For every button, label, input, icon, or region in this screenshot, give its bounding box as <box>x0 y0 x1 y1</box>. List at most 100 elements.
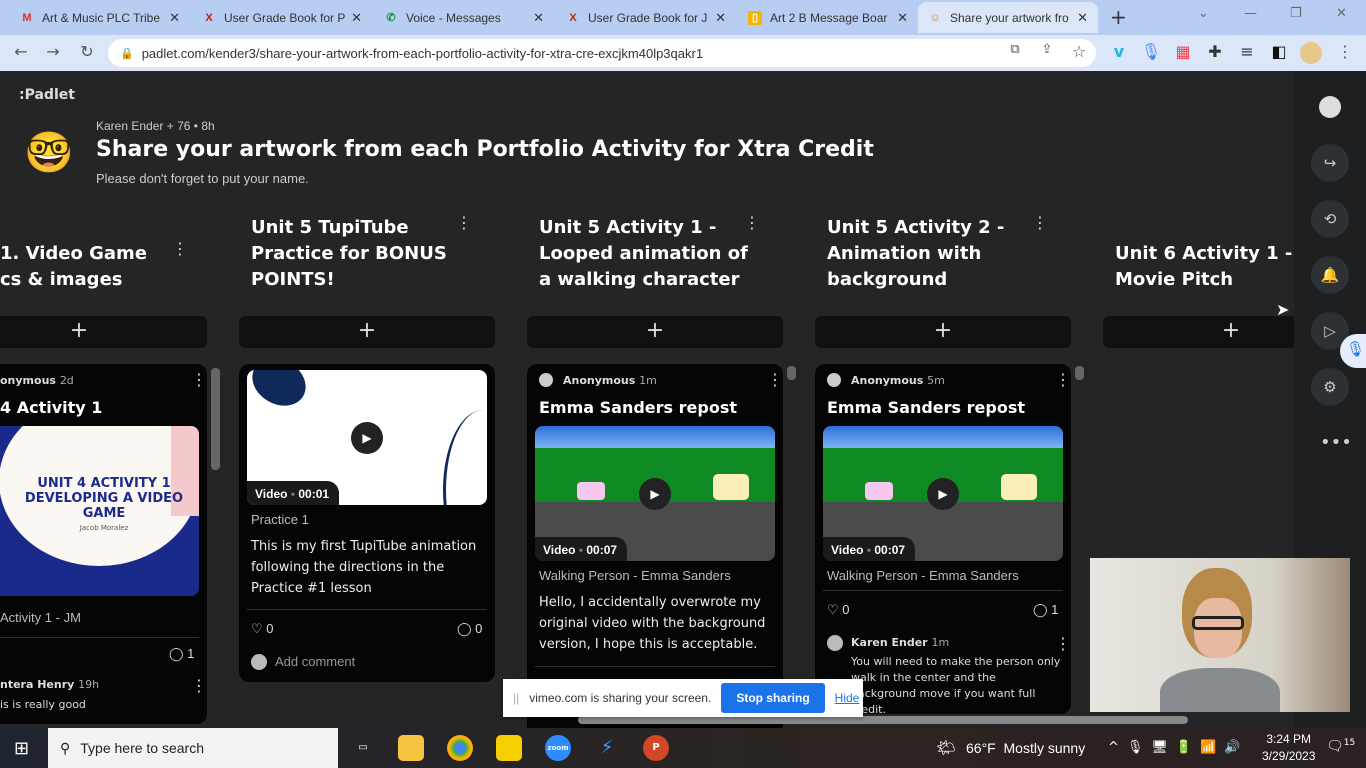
voice-extension-icon[interactable]: 🎙 <box>1140 42 1162 61</box>
bell-icon[interactable]: 🔔 <box>1311 256 1349 294</box>
tab-4[interactable]: ▯ Art 2 B Message Boar ✕ <box>738 2 918 33</box>
author: Karen Ender <box>96 119 164 133</box>
close-icon[interactable]: ✕ <box>715 10 726 26</box>
gradebook-icon: X <box>569 11 577 24</box>
voice-mic-icon[interactable]: 🎙 <box>1340 334 1366 368</box>
powerpoint-icon[interactable]: P <box>643 735 669 761</box>
padlet-logo[interactable]: :Padlet <box>19 87 75 103</box>
add-post-button[interactable]: + <box>239 316 495 348</box>
notifications-icon[interactable]: 🗨15 <box>1326 738 1355 755</box>
webcam-overlay <box>1090 558 1350 712</box>
tab-5-active[interactable]: ☺ Share your artwork fro ✕ <box>918 2 1098 33</box>
address-bar[interactable]: 🔒 padlet.com/kender3/share-your-artwork-f… <box>108 39 1096 67</box>
video-badge: Video • 00:07 <box>823 537 916 561</box>
column-menu-icon[interactable]: ⋮ <box>744 213 760 232</box>
post-image[interactable]: UNIT 4 ACTIVITY 1 DEVELOPING A VIDEO GAM… <box>0 426 199 596</box>
sticky-notes-icon[interactable] <box>496 735 522 761</box>
horizontal-scrollbar[interactable] <box>578 716 1188 724</box>
comment-count[interactable]: ◯ 1 <box>169 646 194 662</box>
close-icon[interactable]: ✕ <box>169 10 180 26</box>
add-post-button[interactable]: + <box>815 316 1071 348</box>
add-post-button[interactable]: + <box>527 316 783 348</box>
bookmark-star-icon[interactable]: ☆ <box>1068 42 1090 61</box>
tab-1[interactable]: X User Grade Book for P ✕ <box>192 2 372 33</box>
hide-link[interactable]: Hide <box>835 691 860 705</box>
post-video[interactable]: ▶ Video • 00:01 <box>247 370 487 505</box>
age: • 8h <box>193 119 215 133</box>
close-icon[interactable]: ✕ <box>897 10 908 26</box>
add-comment-input[interactable]: Add comment <box>275 654 355 669</box>
column-scrollbar[interactable] <box>787 366 796 380</box>
comment-menu-icon[interactable]: ⋮ <box>191 676 207 695</box>
like-button[interactable]: ♡ 0 <box>827 602 850 618</box>
column-scrollbar[interactable] <box>211 368 220 470</box>
play-icon[interactable]: ▶ <box>639 478 671 510</box>
post-card[interactable]: Anonymous 1m ⋮ Emma Sanders repost ▶ Vid… <box>527 364 783 728</box>
comment-menu-icon[interactable]: ⋮ <box>1055 634 1071 653</box>
media-control-icon[interactable]: ≡ <box>1236 42 1258 61</box>
share-icon[interactable]: ⇪ <box>1036 42 1058 57</box>
chrome-icon[interactable] <box>447 735 473 761</box>
add-post-button[interactable]: + <box>1103 316 1294 348</box>
page-title: Share your artwork from each Portfolio A… <box>96 137 874 162</box>
weather-text[interactable]: 66°F Mostly sunny <box>966 740 1085 756</box>
post-menu-icon[interactable]: ⋮ <box>191 370 207 389</box>
vimeo-extension-icon[interactable]: v <box>1108 42 1130 61</box>
extension-icon[interactable]: ▦ <box>1172 42 1194 61</box>
zoom-icon[interactable]: zoom <box>545 735 571 761</box>
side-panel-icon[interactable]: ◧ <box>1268 42 1290 61</box>
system-tray-icons[interactable]: ^🎙🖥🔋📶🔊 <box>1108 740 1248 755</box>
tab-0[interactable]: M Art & Music PLC Tribe ✕ <box>10 2 190 33</box>
post-author: Anonymous 5m <box>851 374 945 387</box>
post-card[interactable]: ▶ Video • 00:01 Practice 1 This is my fi… <box>239 364 495 682</box>
extensions-puzzle-icon[interactable]: ✚ <box>1204 42 1226 61</box>
close-window-icon[interactable]: ✕ <box>1336 6 1347 21</box>
taskbar-search[interactable]: ⚲ Type here to search <box>48 728 338 768</box>
board-meta: Karen Ender + 76 • 8h <box>96 119 215 133</box>
post-card[interactable]: Anonymous 5m ⋮ Emma Sanders repost ▶ Vid… <box>815 364 1071 714</box>
new-tab-button[interactable]: + <box>1110 5 1127 29</box>
column-scrollbar[interactable] <box>1075 366 1084 380</box>
column-menu-icon[interactable]: ⋮ <box>456 213 472 232</box>
column-menu-icon[interactable]: ⋮ <box>1032 213 1048 232</box>
reload-icon[interactable]: ↻ <box>76 42 98 61</box>
user-avatar[interactable] <box>1319 96 1341 118</box>
play-icon[interactable]: ▶ <box>927 478 959 510</box>
post-video[interactable]: ▶ Video • 00:07 <box>535 426 775 561</box>
forward-icon[interactable]: → <box>42 42 64 61</box>
tab-3[interactable]: X User Grade Book for J ✕ <box>556 2 736 33</box>
back-icon[interactable]: ← <box>10 42 32 61</box>
menu-icon[interactable]: ⋮ <box>1334 42 1356 61</box>
post-menu-icon[interactable]: ⋮ <box>767 370 783 389</box>
add-post-button[interactable]: + <box>0 316 207 348</box>
task-view-icon[interactable]: ▭ <box>350 735 376 761</box>
open-in-app-icon[interactable]: ⧉ <box>1004 42 1026 57</box>
clock[interactable]: 3:24 PM 3/29/2023 <box>1262 731 1315 765</box>
like-button[interactable]: ♡ 0 <box>251 621 274 637</box>
restore-icon[interactable]: ❐ <box>1290 6 1302 21</box>
play-icon[interactable]: ▶ <box>351 422 383 454</box>
tab-2[interactable]: ✆ Voice - Messages ✕ <box>374 2 554 33</box>
close-icon[interactable]: ✕ <box>1077 10 1088 26</box>
comment-count[interactable]: ◯ 1 <box>1033 602 1058 618</box>
close-icon[interactable]: ✕ <box>533 10 544 26</box>
close-icon[interactable]: ✕ <box>351 10 362 26</box>
column-menu-icon[interactable]: ⋮ <box>172 239 188 258</box>
tab-title: Art 2 B Message Boar <box>770 10 888 25</box>
app-icon[interactable]: ⚡ <box>594 735 620 761</box>
stop-sharing-button[interactable]: Stop sharing <box>721 683 825 713</box>
more-icon[interactable]: ••• <box>1320 432 1352 453</box>
drag-handle-icon[interactable]: || <box>513 691 519 705</box>
file-explorer-icon[interactable] <box>398 735 424 761</box>
post-menu-icon[interactable]: ⋮ <box>1055 370 1071 389</box>
settings-gear-icon[interactable]: ⚙ <box>1311 368 1349 406</box>
profile-avatar[interactable] <box>1300 42 1322 64</box>
post-video[interactable]: ▶ Video • 00:07 <box>823 426 1063 561</box>
comment-count[interactable]: ◯ 0 <box>457 621 482 637</box>
remake-icon[interactable]: ⟲ <box>1311 200 1349 238</box>
windows-start-icon[interactable]: ⊞ <box>14 738 29 759</box>
post-card[interactable]: onymous 2d ⋮ 4 Activity 1 UNIT 4 ACTIVIT… <box>0 364 207 724</box>
share-icon[interactable]: ↪ <box>1311 144 1349 182</box>
minimize-icon[interactable]: — <box>1244 6 1257 21</box>
tab-search-icon[interactable]: ⌄ <box>1198 6 1209 21</box>
